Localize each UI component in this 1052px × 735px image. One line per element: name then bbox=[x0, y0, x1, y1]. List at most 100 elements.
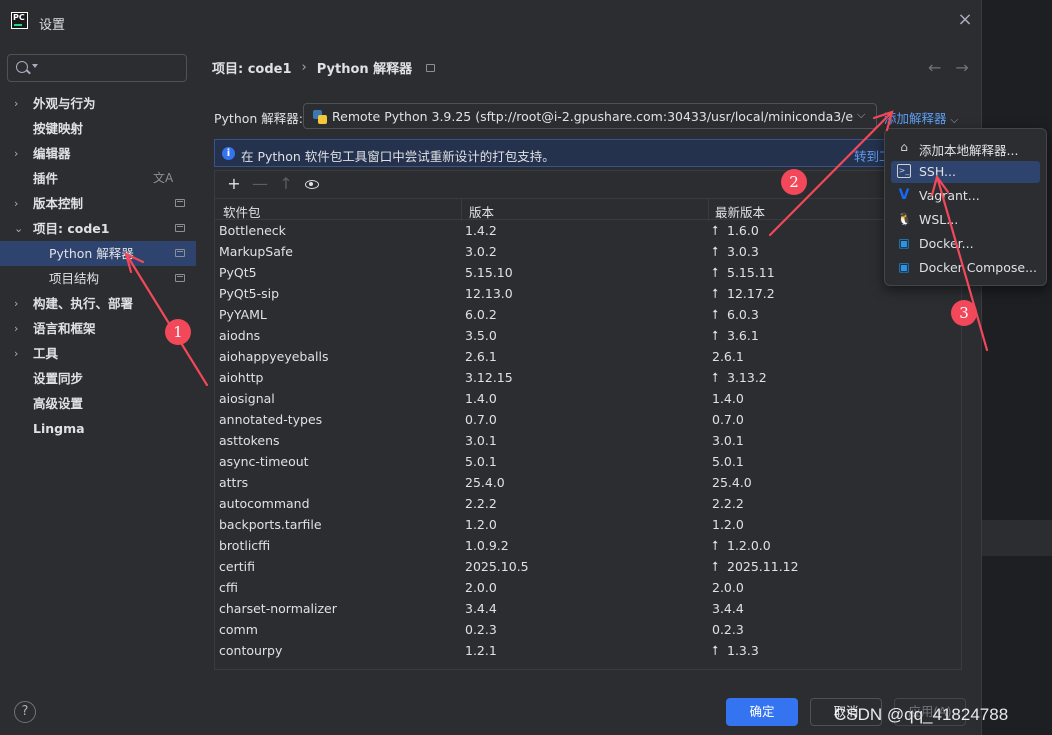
close-icon[interactable]: × bbox=[957, 11, 973, 29]
dialog-title: 设置 bbox=[39, 18, 66, 33]
table-row[interactable]: aiodns 3.5.0 ⭡ 3.6.1 bbox=[215, 326, 961, 347]
sidebar-item-plugins[interactable]: 插件 文A bbox=[0, 166, 196, 191]
latest-version-text: 3.0.1 bbox=[712, 433, 744, 448]
package-name: charset-normalizer bbox=[219, 601, 337, 616]
sidebar-item-python-interpreter[interactable]: Python 解释器 bbox=[0, 241, 196, 266]
package-name: annotated-types bbox=[219, 412, 323, 427]
menu-item-local-interpreter[interactable]: ⌂ 添加本地解释器... bbox=[891, 137, 1040, 159]
menu-item-label: Docker Compose... bbox=[919, 260, 1037, 275]
column-header-package[interactable]: 软件包 bbox=[223, 202, 261, 221]
help-button[interactable]: ? bbox=[14, 701, 36, 723]
package-name: PyQt5 bbox=[219, 265, 257, 280]
python-icon bbox=[313, 110, 327, 124]
remove-package-icon[interactable]: — bbox=[247, 173, 273, 195]
table-row[interactable]: MarkupSafe 3.0.2 ⭡ 3.0.3 bbox=[215, 242, 961, 263]
latest-version-text: 5.15.11 bbox=[727, 265, 775, 280]
upgrade-arrow-icon: ⭡ bbox=[712, 560, 719, 575]
menu-item-docker[interactable]: ▣ Docker... bbox=[891, 233, 1040, 255]
add-package-icon[interactable]: + bbox=[221, 173, 247, 195]
menu-item-docker-compose[interactable]: ▣ Docker Compose... bbox=[891, 257, 1040, 279]
column-header-version[interactable]: 版本 bbox=[469, 202, 494, 221]
table-row[interactable]: asttokens 3.0.1 3.0.1 bbox=[215, 431, 961, 452]
latest-version-text: 1.3.3 bbox=[727, 643, 759, 658]
history-nav: ← → bbox=[928, 58, 969, 77]
table-row[interactable]: PyQt5 5.15.10 ⭡ 5.15.11 bbox=[215, 263, 961, 284]
sidebar-item-label: Python 解释器 bbox=[49, 246, 134, 261]
latest-version-text: 5.0.1 bbox=[712, 454, 744, 469]
table-row[interactable]: async-timeout 5.0.1 5.0.1 bbox=[215, 452, 961, 473]
show-early-releases-button[interactable] bbox=[299, 173, 325, 195]
sidebar-item-project[interactable]: ⌄ 项目: code1 bbox=[0, 216, 196, 241]
table-row[interactable]: autocommand 2.2.2 2.2.2 bbox=[215, 494, 961, 515]
back-arrow-icon[interactable]: ← bbox=[928, 58, 941, 77]
project-level-icon bbox=[426, 63, 436, 72]
sidebar-item-appearance[interactable]: › 外观与行为 bbox=[0, 91, 196, 116]
package-version: 3.0.2 bbox=[465, 244, 497, 259]
package-latest-version: ⭡ 12.17.2 bbox=[712, 286, 775, 302]
sidebar-item-vcs[interactable]: › 版本控制 bbox=[0, 191, 196, 216]
settings-search[interactable] bbox=[7, 54, 187, 82]
package-version: 6.0.2 bbox=[465, 307, 497, 322]
package-latest-version: ⭡ 3.13.2 bbox=[712, 370, 767, 386]
search-input[interactable] bbox=[40, 59, 180, 77]
column-header-latest[interactable]: 最新版本 bbox=[715, 202, 765, 221]
add-interpreter-menu: ⌂ 添加本地解释器... >_ SSH... V Vagrant... 🐧 WSL...… bbox=[884, 128, 1047, 286]
home-icon: ⌂ bbox=[900, 140, 908, 154]
latest-version-text: 0.2.3 bbox=[712, 622, 744, 637]
table-row[interactable]: charset-normalizer 3.4.4 3.4.4 bbox=[215, 599, 961, 620]
sidebar-item-keymap[interactable]: 按键映射 bbox=[0, 116, 196, 141]
eye-icon bbox=[305, 180, 319, 189]
add-interpreter-label: 添加解释器 bbox=[884, 111, 947, 126]
latest-version-text: 2.6.1 bbox=[712, 349, 744, 364]
table-row[interactable]: Bottleneck 1.4.2 ⭡ 1.6.0 bbox=[215, 221, 961, 242]
menu-item-vagrant[interactable]: V Vagrant... bbox=[891, 185, 1040, 207]
breadcrumb-project[interactable]: 项目: code1 bbox=[212, 58, 292, 77]
pycharm-logo-icon: PC bbox=[11, 12, 28, 29]
interpreter-select[interactable]: Remote Python 3.9.25 (sftp://root@i-2.gp… bbox=[303, 103, 877, 129]
table-row[interactable]: annotated-types 0.7.0 0.7.0 bbox=[215, 410, 961, 431]
upgrade-arrow-icon: ⭡ bbox=[712, 308, 719, 323]
table-row[interactable]: aiosignal 1.4.0 1.4.0 bbox=[215, 389, 961, 410]
settings-nav: › 外观与行为 按键映射 › 编辑器 插件 文A › 版本控制 ⌄ 项目: code1 P… bbox=[0, 91, 196, 441]
package-latest-version: 3.0.1 bbox=[712, 433, 744, 448]
page-title: Python 解释器 bbox=[316, 62, 413, 77]
forward-arrow-icon[interactable]: → bbox=[955, 58, 968, 77]
interpreter-label: Python 解释器: bbox=[214, 111, 304, 126]
package-version: 2.6.1 bbox=[465, 349, 497, 364]
table-row[interactable]: PyYAML 6.0.2 ⭡ 6.0.3 bbox=[215, 305, 961, 326]
table-row[interactable]: contourpy 1.2.1 ⭡ 1.3.3 bbox=[215, 641, 961, 662]
package-latest-version: 1.2.0 bbox=[712, 517, 744, 532]
sidebar-item-tools[interactable]: › 工具 bbox=[0, 341, 196, 366]
sidebar-item-lingma[interactable]: Lingma bbox=[0, 416, 196, 441]
package-version: 25.4.0 bbox=[465, 475, 505, 490]
upgrade-arrow-icon: ⭡ bbox=[712, 539, 719, 554]
menu-item-wsl[interactable]: 🐧 WSL... bbox=[891, 209, 1040, 231]
project-level-icon bbox=[175, 249, 185, 257]
menu-item-ssh[interactable]: >_ SSH... bbox=[891, 161, 1040, 183]
sidebar-item-build[interactable]: › 构建、执行、部署 bbox=[0, 291, 196, 316]
ok-button[interactable]: 确定 bbox=[726, 698, 798, 726]
package-latest-version: ⭡ 1.6.0 bbox=[712, 223, 759, 239]
upgrade-package-icon[interactable]: ↑ bbox=[273, 173, 299, 195]
table-row[interactable]: cffi 2.0.0 2.0.0 bbox=[215, 578, 961, 599]
table-row[interactable]: attrs 25.4.0 25.4.0 bbox=[215, 473, 961, 494]
package-name: PyYAML bbox=[219, 307, 267, 322]
sidebar-item-project-structure[interactable]: 项目结构 bbox=[0, 266, 196, 291]
sidebar-item-settings-sync[interactable]: 设置同步 bbox=[0, 366, 196, 391]
table-row[interactable]: backports.tarfile 1.2.0 1.2.0 bbox=[215, 515, 961, 536]
menu-item-label: SSH... bbox=[919, 164, 956, 179]
table-row[interactable]: brotlicffi 1.0.9.2 ⭡ 1.2.0.0 bbox=[215, 536, 961, 557]
latest-version-text: 1.6.0 bbox=[727, 223, 759, 238]
table-row[interactable]: PyQt5-sip 12.13.0 ⭡ 12.17.2 bbox=[215, 284, 961, 305]
sidebar-item-editor[interactable]: › 编辑器 bbox=[0, 141, 196, 166]
table-row[interactable]: aiohttp 3.12.15 ⭡ 3.13.2 bbox=[215, 368, 961, 389]
latest-version-text: 6.0.3 bbox=[727, 307, 759, 322]
table-row[interactable]: certifi 2025.10.5 ⭡ 2025.11.12 bbox=[215, 557, 961, 578]
sidebar-item-label: 设置同步 bbox=[33, 371, 84, 386]
add-interpreter-link[interactable]: 添加解释器 ⌵ bbox=[884, 108, 958, 127]
table-row[interactable]: comm 0.2.3 0.2.3 bbox=[215, 620, 961, 641]
package-version: 0.7.0 bbox=[465, 412, 497, 427]
table-row[interactable]: aiohappyeyeballs 2.6.1 2.6.1 bbox=[215, 347, 961, 368]
sidebar-item-advanced[interactable]: 高级设置 bbox=[0, 391, 196, 416]
packages-panel: + — ↑ 软件包 版本 最新版本 Bottleneck 1.4.2 ⭡ 1.6.0 M… bbox=[214, 170, 962, 670]
